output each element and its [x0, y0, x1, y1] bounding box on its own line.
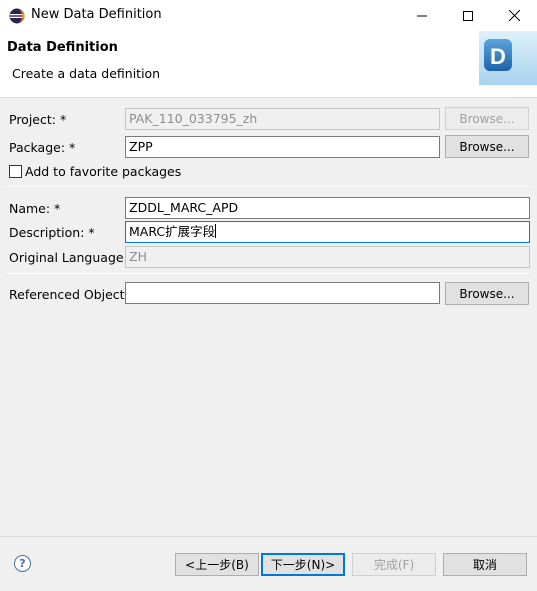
name-field[interactable]: ZDDL_MARC_APD — [125, 197, 530, 219]
cancel-button[interactable]: 取消 — [443, 553, 527, 576]
minimize-icon — [417, 15, 427, 16]
referenced-object-field[interactable] — [125, 282, 440, 304]
project-field: PAK_110_033795_zh — [125, 108, 440, 130]
wizard-header: Data Definition Create a data definition… — [0, 31, 537, 98]
separator — [6, 186, 530, 187]
next-button[interactable]: 下一步(N)> — [261, 553, 345, 576]
project-browse-button: Browse... — [445, 107, 529, 130]
name-label: Name: * — [9, 201, 61, 216]
close-icon — [508, 10, 520, 21]
data-definition-logo-icon: D — [479, 31, 537, 85]
maximize-button[interactable] — [445, 0, 491, 31]
package-browse-button[interactable]: Browse... — [445, 135, 529, 158]
page-title: Data Definition — [7, 40, 118, 55]
page-subtitle: Create a data definition — [12, 66, 161, 81]
close-button[interactable] — [491, 0, 537, 31]
description-value: MARC扩展字段 — [129, 224, 216, 239]
referenced-object-browse-button[interactable]: Browse... — [445, 282, 529, 305]
favorite-label[interactable]: Add to favorite packages — [25, 164, 181, 179]
project-label: Project: * — [9, 112, 67, 127]
title-bar: New Data Definition — [0, 0, 537, 31]
back-button[interactable]: <上一步(B) — [175, 553, 259, 576]
separator — [6, 273, 530, 274]
package-field[interactable]: ZPP — [125, 136, 440, 158]
description-label: Description: * — [9, 225, 95, 240]
eclipse-icon — [9, 8, 25, 24]
package-label: Package: * — [9, 140, 76, 155]
original-language-field: ZH — [125, 246, 530, 268]
help-icon[interactable]: ? — [14, 555, 31, 572]
referenced-object-label: Referenced Object: — [9, 287, 129, 302]
finish-button: 完成(F) — [352, 553, 436, 576]
text-caret — [215, 224, 217, 238]
svg-text:D: D — [490, 44, 506, 69]
minimize-button[interactable] — [399, 0, 445, 31]
window-title: New Data Definition — [31, 7, 162, 22]
original-language-label: Original Language: — [9, 250, 128, 265]
footer-separator — [0, 536, 537, 537]
favorite-checkbox[interactable] — [9, 165, 22, 178]
maximize-icon — [463, 10, 473, 21]
description-field[interactable]: MARC扩展字段 — [125, 221, 530, 243]
